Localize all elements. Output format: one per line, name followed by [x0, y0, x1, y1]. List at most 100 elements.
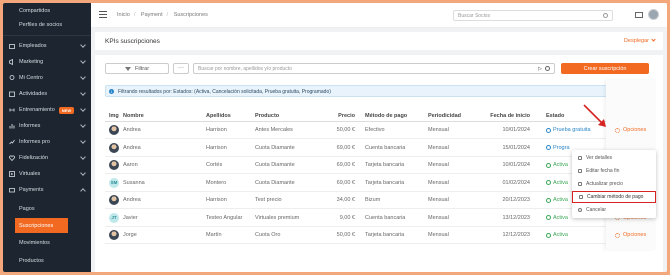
sidebar-item-entrenamiento[interactable]: Entrenamiento NEW — [3, 102, 91, 118]
cell-nombre: Andrea — [123, 197, 141, 203]
check-icon — [546, 145, 551, 150]
sidebar-item-informes[interactable]: Informes — [3, 118, 91, 134]
cell-precio: 69,00 € — [336, 144, 355, 151]
chevron-down-icon — [80, 122, 86, 128]
avatar — [109, 160, 119, 170]
gear-icon — [615, 232, 620, 238]
more-options-button[interactable]: ··· — [173, 63, 189, 74]
options-label: Opciones — [623, 127, 647, 133]
sidebar-item-marketing[interactable]: Marketing — [3, 54, 91, 70]
row-options-button[interactable]: Opciones — [615, 232, 646, 238]
dropdown-item-label: Cambiar método de pago — [587, 194, 644, 200]
table-row[interactable]: Jorge Martín Cuota Oro 50,00 € Tarjeta banca… — [105, 227, 649, 244]
sidebar: Compartidos Perfiles de socios Empleados… — [3, 3, 91, 272]
kpi-expand-toggle[interactable]: Desplegar — [623, 37, 656, 44]
sidebar-item-label: Mi Centro — [19, 75, 43, 81]
cell-fecha: 13/12/2023 — [502, 214, 530, 221]
subscription-search-input[interactable]: Buscar por nombre, apellidos y/o product… — [193, 63, 555, 74]
table-row[interactable]: SM Susanna Montero Cuota Diamante 69,00 € Tar… — [105, 175, 649, 192]
view-details-item[interactable]: Ver detalles — [572, 152, 656, 164]
breadcrumb-inicio[interactable]: Inicio — [117, 12, 130, 18]
check-icon — [546, 215, 551, 220]
cell-apellidos: Cortés — [206, 162, 223, 168]
table-row[interactable]: Andrea Harrison Antes Mercales 50,00 € Efect… — [105, 122, 649, 139]
avatar: SM — [109, 177, 119, 188]
row-options-dropdown: Ver detalles Editar fecha fin Actualizar… — [572, 150, 656, 218]
check-icon — [546, 162, 551, 168]
member-search-input[interactable]: Buscar Socios — [453, 10, 613, 21]
create-subscription-button[interactable]: Crear suscripción — [561, 63, 649, 74]
table-row[interactable]: Aaron Cortés Cuota Diamante 69,00 € Tarjeta … — [105, 157, 649, 174]
sidebar-item-mi-centro[interactable]: Mi Centro — [3, 70, 91, 86]
table-row[interactable]: Andrea Harrison Test precio 34,00 € Bizum Men… — [105, 192, 649, 209]
table-header: Img Nombre Apellidos Producto Precio Mét… — [105, 110, 649, 122]
avatar — [109, 125, 119, 135]
header-apellidos[interactable]: Apellidos — [206, 110, 256, 121]
chevron-down-icon — [80, 106, 86, 112]
cell-precio: 9,00 € — [339, 214, 355, 221]
change-payment-method-item[interactable]: Cambiar método de pago — [572, 191, 656, 203]
kpi-toggle-label: Desplegar — [623, 38, 649, 44]
cell-producto: Virtuales premium — [255, 214, 300, 221]
gear-icon — [615, 127, 620, 133]
row-options-button[interactable]: Opciones — [615, 127, 646, 133]
header-nombre[interactable]: Nombre — [123, 110, 178, 121]
calendar-icon — [9, 91, 15, 97]
table-row[interactable]: Andrea Harrison Cuota Diamante 69,00 € Cuent… — [105, 140, 649, 157]
cell-nombre: Aaron — [123, 162, 138, 168]
cell-fecha: 10/01/2024 — [502, 127, 530, 133]
user-avatar[interactable] — [648, 9, 659, 20]
filter-button[interactable]: Filtrar — [105, 63, 169, 74]
clear-search-icon[interactable]: ▷ — [538, 66, 542, 72]
status-text: Progra — [553, 144, 570, 151]
status-text: Activa — [553, 232, 568, 238]
cell-fecha: 10/01/2024 — [502, 162, 530, 168]
sidebar-item-actividades[interactable]: Actividades — [3, 86, 91, 102]
status-text: Activa — [553, 214, 568, 221]
sidebar-item-label: Informes pro — [19, 139, 50, 145]
sidebar-item-productos[interactable]: Productos — [3, 253, 91, 268]
header-img: Img — [109, 112, 119, 119]
header-metodo[interactable]: Método de pago — [365, 110, 435, 121]
kpi-card: KPIs suscripciones Desplegar — [95, 32, 663, 50]
breadcrumb-payment[interactable]: Payment — [141, 12, 163, 18]
sidebar-item-perfiles[interactable]: Perfiles de socios — [3, 17, 91, 32]
sidebar-item-suscripciones[interactable]: Suscripciones — [15, 218, 68, 233]
header-fecha[interactable]: Fecha de inicio — [480, 110, 530, 121]
filter-info-text: Filtrando resultados por: Estados: (Acti… — [118, 89, 331, 95]
table-row[interactable]: JT Javier Testeo Angular Virtuales premium 9… — [105, 210, 649, 227]
cell-fecha: 01/02/2024 — [502, 179, 530, 186]
sidebar-item-payments[interactable]: Payments — [3, 182, 91, 198]
header-precio[interactable]: Precio — [320, 110, 355, 121]
sidebar-item-label: Actividades — [19, 91, 48, 97]
cell-periodicidad: Mensual — [428, 232, 449, 238]
edit-end-date-item[interactable]: Editar fecha fin — [572, 165, 656, 177]
cancel-subscription-item[interactable]: Cancelar — [572, 204, 656, 216]
cell-metodo: Tarjeta bancaria — [365, 232, 405, 238]
cell-apellidos: Martín — [206, 232, 222, 238]
header-producto[interactable]: Producto — [255, 110, 330, 121]
search-icon[interactable] — [545, 66, 550, 71]
sidebar-item-pagos[interactable]: Pagos — [3, 201, 91, 216]
check-icon — [546, 127, 551, 133]
eye-icon — [578, 156, 582, 160]
header-periodicidad[interactable]: Periodicidad — [428, 110, 478, 121]
cell-producto: Cuota Diamante — [255, 179, 295, 186]
sidebar-item-movimientos[interactable]: Movimientos — [3, 235, 91, 250]
avatar — [109, 142, 119, 153]
sidebar-item-empleados[interactable]: Empleados — [3, 38, 91, 54]
update-price-item[interactable]: Actualizar precio — [572, 178, 656, 190]
status-badge: Activa — [546, 232, 568, 238]
chevron-down-icon — [80, 154, 86, 160]
hamburger-menu-icon[interactable] — [99, 11, 107, 18]
sidebar-item-compartidos[interactable]: Compartidos — [3, 3, 91, 18]
pencil-icon — [578, 169, 582, 173]
cell-nombre: Andrea — [123, 127, 141, 133]
cell-metodo: Efectivo — [365, 127, 385, 133]
cell-producto: Cuota Diamante — [255, 162, 295, 168]
sidebar-item-fidelizacion[interactable]: Fidelización — [3, 150, 91, 166]
mail-icon[interactable] — [635, 12, 643, 18]
cell-fecha: 15/01/2024 — [502, 144, 530, 151]
sidebar-item-informes-pro[interactable]: Informes pro — [3, 134, 91, 150]
sidebar-item-virtuales[interactable]: Virtuales — [3, 166, 91, 182]
